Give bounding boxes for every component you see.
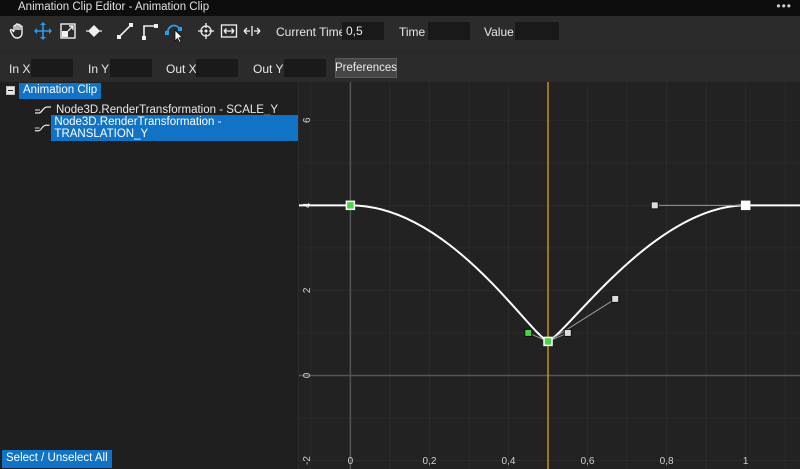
x-tick-label: 0,8 <box>660 456 674 467</box>
tree-item-translation-y[interactable]: Node3D.RenderTransformation - TRANSLATIO… <box>34 115 298 141</box>
linear-tangent-icon[interactable] <box>114 20 136 42</box>
collapse-icon[interactable] <box>6 86 15 95</box>
tangent-handle[interactable] <box>524 328 533 337</box>
tangent-handle[interactable] <box>611 294 620 303</box>
time-input[interactable] <box>428 22 470 40</box>
out-y-label: Out Y <box>253 62 284 76</box>
in-y-input[interactable] <box>110 59 152 77</box>
x-tick-label: 0,2 <box>422 456 436 467</box>
tree-root-animation-clip[interactable]: Animation Clip <box>19 83 102 99</box>
more-options-icon[interactable]: ••• <box>776 0 792 13</box>
focus-icon[interactable] <box>195 20 217 42</box>
keyframe-icon[interactable] <box>83 20 105 42</box>
window-title: Animation Clip Editor - Animation Clip <box>18 1 210 13</box>
smooth-tangent-icon[interactable] <box>164 20 186 43</box>
x-tick-label: 1 <box>743 456 749 467</box>
fit-horizontal-icon[interactable] <box>241 20 263 42</box>
value-label: Value <box>484 25 514 39</box>
out-y-input[interactable] <box>284 59 326 77</box>
curve-graph[interactable]: 0 0,2 0,4 0,6 0,8 1 -2 0 2 4 6 <box>298 77 800 469</box>
current-time-input[interactable]: 0,5 <box>342 22 384 40</box>
track-tree: Animation Clip Node3D.RenderTransformati… <box>0 82 298 469</box>
in-y-label: In Y <box>88 62 110 76</box>
graph-background <box>299 82 800 469</box>
tangent-row: In X In Y Out X Out Y Preferences <box>0 52 800 82</box>
time-label: Time <box>399 25 426 39</box>
move-icon[interactable] <box>32 20 54 42</box>
toolbar: Current Time 0,5 Time Value <box>0 16 800 52</box>
curve-track-icon <box>34 124 50 132</box>
in-x-input[interactable] <box>31 59 73 77</box>
tangent-handle[interactable] <box>563 328 572 337</box>
out-x-input[interactable] <box>196 59 238 77</box>
current-time-label: Current Time <box>276 25 346 39</box>
curve-graph-canvas[interactable]: 0 0,2 0,4 0,6 0,8 1-20246 <box>299 77 800 469</box>
preferences-button[interactable]: Preferences <box>335 58 397 78</box>
keyframe-point[interactable] <box>345 200 356 211</box>
fit-all-icon[interactable] <box>218 20 240 42</box>
y-tick-label: 0 <box>302 372 313 378</box>
curve-track-icon <box>35 106 51 114</box>
in-x-label: In X <box>9 62 31 76</box>
value-input[interactable] <box>515 22 559 40</box>
tree-item-label: Node3D.RenderTransformation - TRANSLATIO… <box>51 115 298 141</box>
y-tick-label: 6 <box>302 117 313 123</box>
tangent-handle[interactable] <box>650 201 659 210</box>
keyframe-point[interactable] <box>740 200 751 211</box>
step-tangent-icon[interactable] <box>139 20 161 42</box>
hand-icon[interactable] <box>7 20 29 42</box>
scale-icon[interactable] <box>57 20 79 42</box>
x-tick-label: 0,4 <box>502 456 516 467</box>
keyframe-point[interactable] <box>543 336 553 347</box>
select-unselect-all-button[interactable]: Select / Unselect All <box>2 450 112 468</box>
x-tick-label: 0 <box>348 456 354 467</box>
x-tick-label: 0,6 <box>581 456 595 467</box>
out-x-label: Out X <box>166 62 197 76</box>
title-bar: Animation Clip Editor - Animation Clip •… <box>0 0 800 16</box>
y-tick-label: -2 <box>302 456 313 465</box>
y-tick-label: 2 <box>302 287 313 293</box>
